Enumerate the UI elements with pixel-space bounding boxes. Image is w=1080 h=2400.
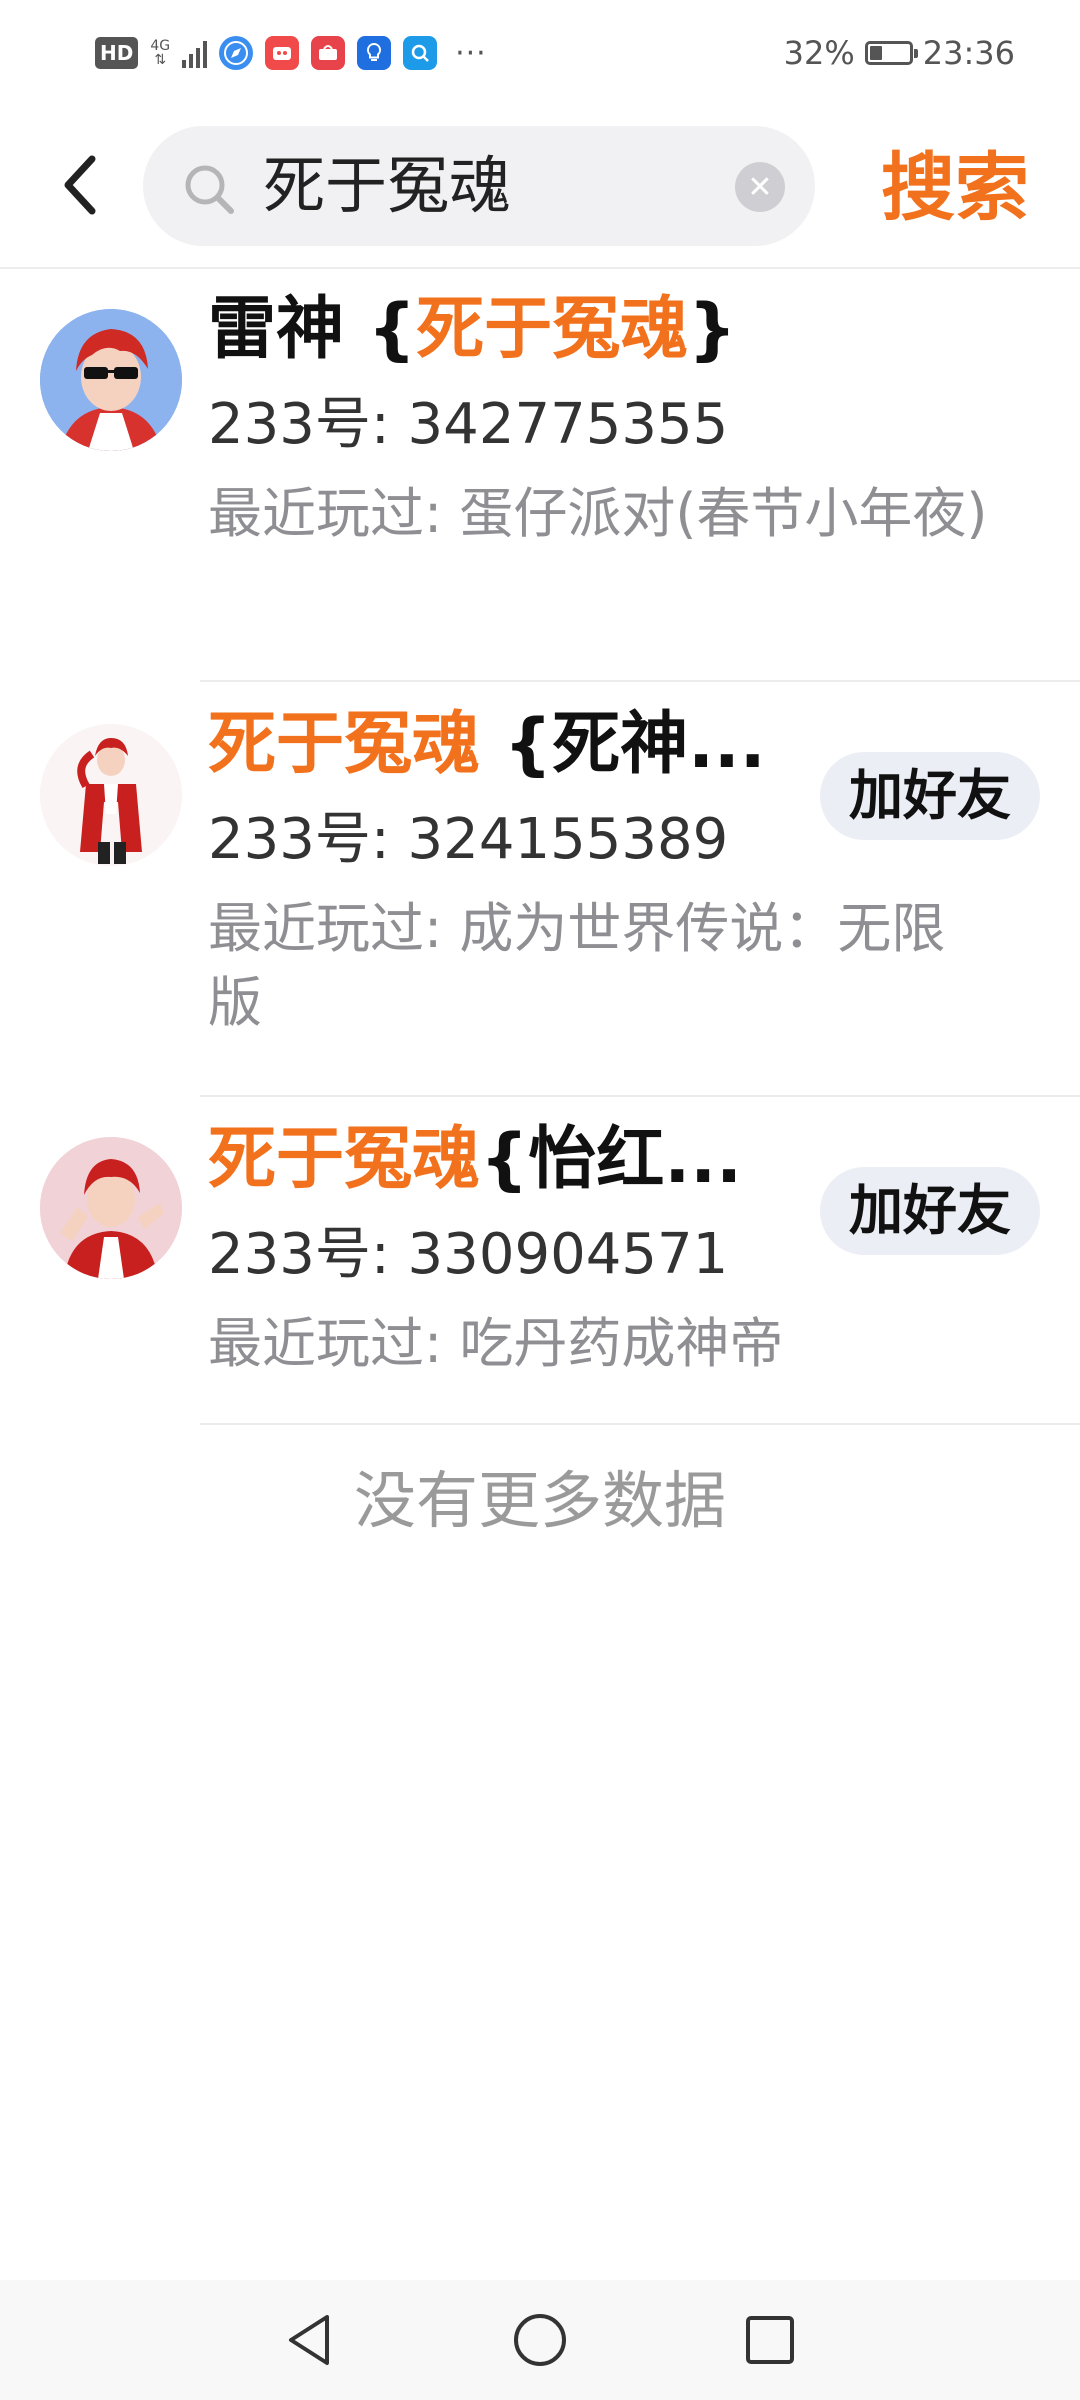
back-button[interactable] <box>48 145 112 225</box>
name-suffix: {怡红... <box>480 1120 742 1199</box>
name-suffix: {死神... <box>480 705 766 784</box>
search-button[interactable]: 搜索 <box>870 133 1040 243</box>
data-arrows-icon: ⇅ <box>154 52 167 68</box>
recently-played: 最近玩过: 成为世界传说：无限版 <box>208 897 946 1034</box>
user-id: 233号: 342775355 <box>208 392 729 457</box>
back-arrow-icon <box>64 155 96 215</box>
status-left-icons: HD 4G ⇅ ··· <box>95 32 487 74</box>
user-name: 雷神 {死于冤魂} <box>208 285 988 375</box>
search-icon <box>185 165 234 214</box>
avatar[interactable] <box>40 309 182 451</box>
battery-icon <box>864 41 918 65</box>
result-content: 雷神 {死于冤魂} 233号: 342775355 最近玩过: 蛋仔派对(春节小… <box>208 285 988 551</box>
clear-search-button[interactable]: ✕ <box>735 162 785 212</box>
no-more-data-text: 没有更多数据 <box>353 1464 726 1537</box>
result-content: 死于冤魂 {死神... 233号: 324155389 最近玩过: 成为世界传说… <box>208 700 988 1040</box>
name-suffix: } <box>688 290 737 369</box>
close-icon: ✕ <box>747 169 773 205</box>
divider <box>200 1423 1080 1425</box>
video-app-icon <box>265 36 300 70</box>
status-bar: HD 4G ⇅ ··· 32% 23:36 <box>0 0 1080 105</box>
nav-back-button[interactable] <box>275 2305 345 2375</box>
network-type: 4G ⇅ <box>150 39 170 67</box>
name-prefix: 雷神 { <box>208 290 417 369</box>
name-highlight: 死于冤魂 <box>416 290 689 369</box>
recently-played: 最近玩过: 蛋仔派对(春节小年夜) <box>208 482 988 545</box>
system-nav-bar <box>0 2280 1080 2400</box>
add-friend-button[interactable]: 加好友 <box>820 1167 1040 1255</box>
search-box[interactable]: 死于冤魂 ✕ <box>143 126 815 246</box>
nav-home-button[interactable] <box>505 2305 575 2375</box>
nav-recents-button[interactable] <box>735 2305 805 2375</box>
huawei-app-icon <box>311 36 346 70</box>
network-label: 4G <box>150 38 171 54</box>
user-result-item[interactable]: 死于冤魂{怡红... 233号: 330904571 最近玩过: 吃丹药成神帝 … <box>0 1097 1080 1425</box>
avatar[interactable] <box>40 724 182 866</box>
avatar[interactable] <box>40 1137 182 1279</box>
signal-icon <box>182 38 208 68</box>
clock: 23:36 <box>922 34 1015 72</box>
search-input[interactable]: 死于冤魂 <box>263 126 743 246</box>
name-highlight: 死于冤魂 <box>208 1120 481 1199</box>
name-highlight: 死于冤魂 <box>208 705 481 784</box>
bulb-app-icon <box>357 36 392 70</box>
recently-played: 最近玩过: 吃丹药成神帝 <box>208 1312 784 1375</box>
add-friend-button[interactable]: 加好友 <box>820 752 1040 840</box>
search-header: 死于冤魂 ✕ 搜索 <box>0 105 1080 269</box>
status-right: 32% 23:36 <box>784 32 1015 74</box>
user-result-item[interactable]: 雷神 {死于冤魂} 233号: 342775355 最近玩过: 蛋仔派对(春节小… <box>0 267 1080 682</box>
user-result-item[interactable]: 死于冤魂 {死神... 233号: 324155389 最近玩过: 成为世界传说… <box>0 682 1080 1097</box>
hd-badge: HD <box>95 37 139 69</box>
battery-percent: 32% <box>783 34 855 72</box>
search-app-icon <box>403 36 438 70</box>
compass-app-icon <box>219 36 254 70</box>
more-notifications-icon: ··· <box>455 35 487 71</box>
